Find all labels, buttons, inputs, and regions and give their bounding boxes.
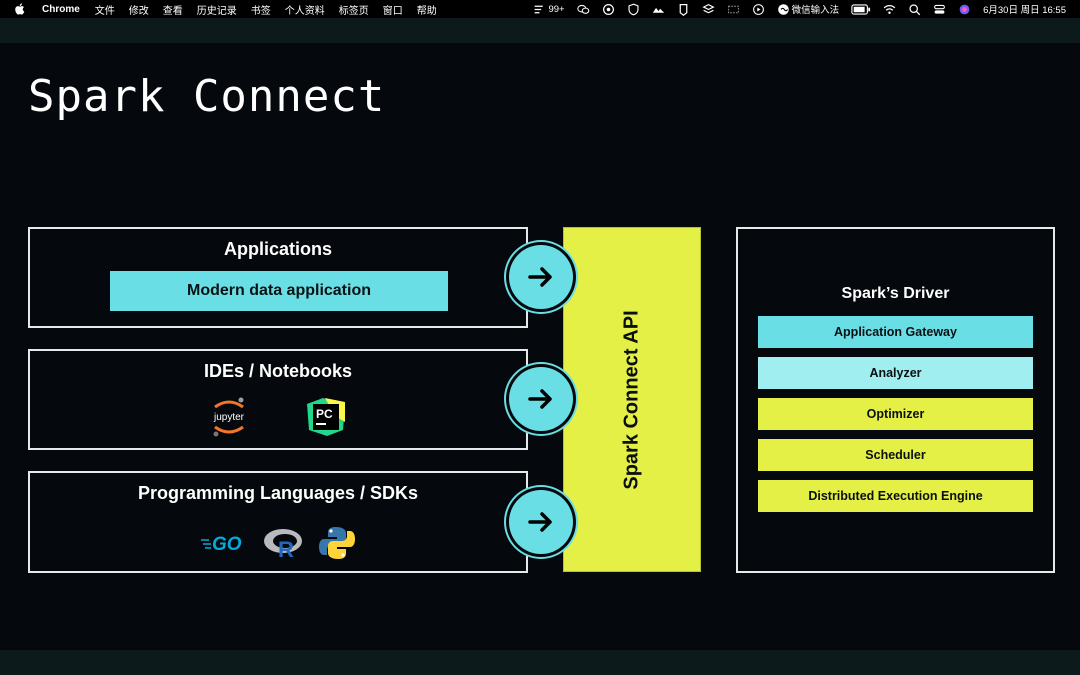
siri-icon[interactable] bbox=[958, 3, 971, 16]
arrow-right-icon bbox=[509, 245, 573, 309]
arrow-right-icon bbox=[509, 490, 573, 554]
menu-edit[interactable]: 修改 bbox=[129, 2, 149, 17]
python-logo-icon bbox=[319, 527, 355, 559]
r-logo-text: R bbox=[278, 537, 294, 559]
shield-icon[interactable] bbox=[602, 3, 615, 16]
arrow-right-icon bbox=[509, 367, 573, 431]
applications-box: Applications Modern data application bbox=[28, 227, 528, 328]
pycharm-logo-text: PC bbox=[316, 407, 333, 421]
bracket-icon[interactable] bbox=[677, 3, 690, 16]
menu-help[interactable]: 帮助 bbox=[417, 2, 437, 17]
ide-logo-row: jupyter PC bbox=[30, 395, 526, 439]
spark-driver-title: Spark’s Driver bbox=[841, 285, 950, 302]
menu-app-name[interactable]: Chrome bbox=[42, 4, 80, 15]
pycharm-logo-icon: PC bbox=[307, 398, 345, 436]
menu-bar: Chrome 文件 修改 查看 历史记录 书签 个人资料 标签页 窗口 帮助 9… bbox=[0, 0, 1080, 18]
layers-icon[interactable] bbox=[701, 3, 715, 16]
driver-layer-execution-engine: Distributed Execution Engine bbox=[758, 480, 1033, 512]
languages-sdks-title: Programming Languages / SDKs bbox=[137, 483, 419, 503]
applications-title: Applications bbox=[223, 239, 332, 259]
spark-connect-api-label: Spark Connect API bbox=[620, 309, 643, 490]
menu-profiles[interactable]: 个人资料 bbox=[285, 2, 325, 17]
menu-window[interactable]: 窗口 bbox=[383, 2, 403, 17]
menu-history[interactable]: 历史记录 bbox=[197, 2, 237, 17]
search-icon[interactable] bbox=[908, 3, 921, 16]
browser-bottom-strip bbox=[0, 650, 1080, 675]
apple-menu-icon[interactable] bbox=[14, 3, 30, 15]
jupyter-logo-icon: jupyter bbox=[213, 397, 245, 437]
notification-tray[interactable]: 99+ bbox=[533, 3, 565, 16]
play-icon[interactable] bbox=[752, 3, 765, 16]
control-center-icon[interactable] bbox=[933, 3, 946, 16]
menu-view[interactable]: 查看 bbox=[163, 2, 183, 17]
menu-tabs[interactable]: 标签页 bbox=[339, 2, 369, 17]
driver-layer-optimizer: Optimizer bbox=[758, 398, 1033, 430]
ides-notebooks-box: IDEs / Notebooks jupyter PC bbox=[28, 349, 528, 450]
battery-icon[interactable] bbox=[851, 3, 871, 15]
menu-bookmarks[interactable]: 书签 bbox=[251, 2, 271, 17]
spark-connect-api-bar: Spark Connect API bbox=[563, 227, 701, 572]
input-method-label: 微信输入法 bbox=[791, 5, 840, 16]
screen-icon[interactable] bbox=[727, 3, 740, 16]
slide-title: Spark Connect bbox=[28, 71, 386, 122]
wechat-icon[interactable] bbox=[576, 3, 590, 16]
notification-count: 99+ bbox=[548, 3, 565, 15]
spark-driver-box: Spark’s Driver Application Gateway Analy… bbox=[736, 227, 1055, 573]
status-tray: 99+ 微信输入法 6月30日 周日 16:55 bbox=[533, 0, 1080, 18]
go-logo-icon: GO bbox=[201, 534, 242, 555]
modern-data-application-bar: Modern data application bbox=[110, 271, 448, 311]
input-method-tray[interactable]: 微信输入法 bbox=[777, 2, 840, 16]
mountain-icon[interactable] bbox=[652, 3, 665, 16]
r-logo-icon: R bbox=[264, 529, 302, 559]
slide: Spark Connect Applications Modern data a… bbox=[0, 43, 1080, 650]
menubar-clock[interactable]: 6月30日 周日 16:55 bbox=[983, 2, 1066, 16]
language-logo-row: GO R bbox=[30, 525, 526, 561]
go-logo-text: GO bbox=[212, 534, 242, 555]
driver-layer-application-gateway: Application Gateway bbox=[758, 316, 1033, 348]
driver-layer-analyzer: Analyzer bbox=[758, 357, 1033, 389]
jupyter-logo-text: jupyter bbox=[213, 412, 245, 423]
security-icon[interactable] bbox=[627, 3, 640, 16]
input-method-icon bbox=[777, 3, 789, 15]
menu-file[interactable]: 文件 bbox=[95, 2, 115, 17]
ides-notebooks-title: IDEs / Notebooks bbox=[203, 361, 353, 381]
wifi-icon[interactable] bbox=[883, 3, 896, 16]
browser-top-strip bbox=[0, 18, 1080, 43]
languages-sdks-box: Programming Languages / SDKs GO R bbox=[28, 471, 528, 573]
notification-icon bbox=[535, 5, 544, 13]
driver-layer-scheduler: Scheduler bbox=[758, 439, 1033, 471]
